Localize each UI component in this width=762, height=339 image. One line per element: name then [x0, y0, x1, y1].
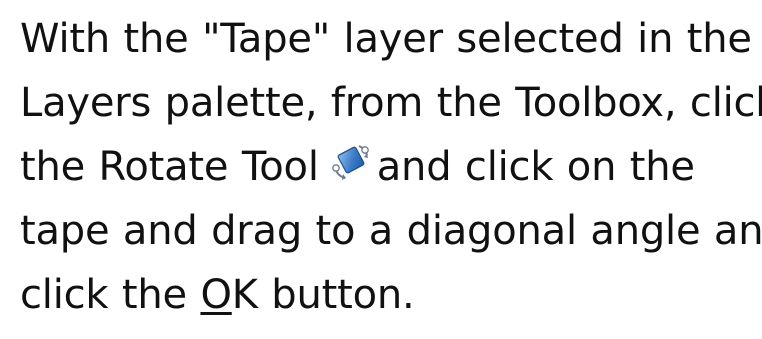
instruction-line-2: Layers palette, from the Toolbox, click: [20, 80, 762, 126]
instruction-line-1: With the "Tape" layer selected in the: [20, 16, 752, 62]
instruction-line-4: tape and drag to a diagonal angle and: [20, 208, 762, 254]
instruction-text-click-the: click the: [20, 272, 201, 318]
instruction-text: With the "Tape" layer selected in the La…: [20, 0, 762, 327]
rotate-tool-icon: [331, 145, 369, 180]
instruction-line-3: the Rotate Tool and click on the: [20, 135, 758, 199]
instruction-text-ok-button: K button.: [231, 272, 415, 318]
instruction-text-after-icon: and click on the: [376, 144, 695, 190]
ok-mnemonic-letter: O: [200, 272, 232, 318]
instruction-line-5: click the OK button.: [20, 263, 758, 327]
instruction-text-before-icon: the Rotate Tool: [20, 144, 319, 190]
